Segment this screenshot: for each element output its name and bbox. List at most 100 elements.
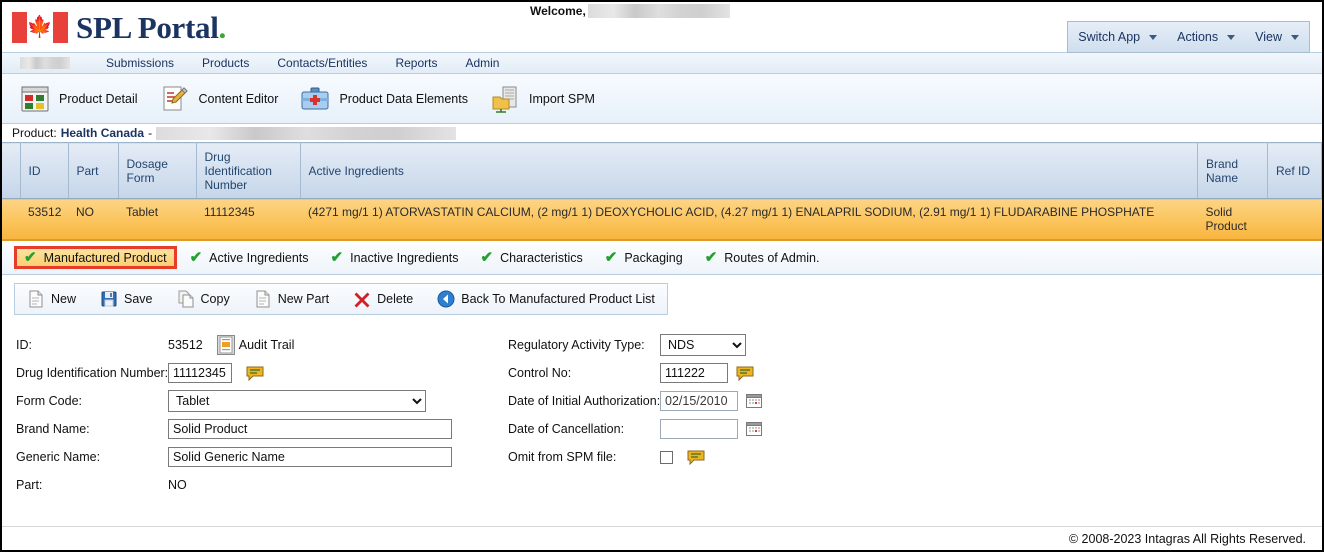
field-row-form-code: Form Code: Tablet xyxy=(16,387,508,415)
form-code-label: Form Code: xyxy=(16,394,82,408)
generic-name-input[interactable] xyxy=(168,447,452,467)
date-cancellation-label: Date of Cancellation: xyxy=(508,422,625,436)
content-editor-button[interactable]: Content Editor xyxy=(160,84,279,114)
section-tab-bar: ✔ Manufactured Product ✔ Active Ingredie… xyxy=(2,241,1322,275)
delete-button[interactable]: Delete xyxy=(341,290,425,308)
grid-col-active-ingredients[interactable]: Active Ingredients xyxy=(300,142,1198,199)
grid-col-id[interactable]: ID xyxy=(20,142,69,199)
welcome-label: Welcome, xyxy=(530,4,586,18)
switch-app-menu[interactable]: Switch App xyxy=(1068,22,1167,52)
action-bar-wrapper: New Save Copy New Part Delete Back To Ma… xyxy=(2,275,1322,323)
tab-packaging-label: Packaging xyxy=(624,250,683,265)
header-strip: 🍁 SPL Portal. Welcome, Switch App Action… xyxy=(2,2,1322,53)
back-to-list-label: Back To Manufactured Product List xyxy=(461,292,655,306)
calendar-icon[interactable] xyxy=(746,421,762,437)
field-row-generic-name: Generic Name: xyxy=(16,443,508,471)
pencil-document-icon xyxy=(163,86,188,110)
brand-logo: 🍁 SPL Portal. xyxy=(12,11,226,43)
calendar-icon[interactable] xyxy=(746,393,762,409)
comment-bubble-icon[interactable] xyxy=(246,366,264,381)
nav-item-admin[interactable]: Admin xyxy=(451,56,513,70)
date-initial-authorization-input[interactable] xyxy=(660,391,738,411)
copyright-text: © 2008-2023 Intagras All Rights Reserved… xyxy=(1068,531,1306,546)
tab-routes-of-admin[interactable]: ✔ Routes of Admin. xyxy=(696,246,829,269)
nav-item-contacts-entities[interactable]: Contacts/Entities xyxy=(263,56,381,70)
back-to-list-button[interactable]: Back To Manufactured Product List xyxy=(425,290,667,308)
new-button[interactable]: New xyxy=(15,290,88,308)
new-part-document-icon xyxy=(256,290,270,308)
row-part: NO xyxy=(68,198,118,241)
delete-button-label: Delete xyxy=(377,292,414,306)
grid-col-brand-name[interactable]: Brand Name xyxy=(1197,142,1268,199)
import-spm-button[interactable]: Import SPM xyxy=(490,84,595,114)
regulatory-activity-type-select[interactable]: NDS xyxy=(660,334,746,356)
omit-from-spm-label: Omit from SPM file: xyxy=(508,450,617,464)
comment-bubble-icon[interactable] xyxy=(736,366,754,381)
nav-item-reports[interactable]: Reports xyxy=(381,56,451,70)
din-input[interactable] xyxy=(168,363,232,383)
check-icon: ✔ xyxy=(704,249,718,266)
spl-portal-window: 🍁 SPL Portal. Welcome, Switch App Action… xyxy=(0,0,1324,552)
copy-pages-icon xyxy=(178,290,194,308)
part-value: NO xyxy=(168,478,187,492)
tab-inactive-ingredients[interactable]: ✔ Inactive Ingredients xyxy=(322,246,468,269)
content-editor-label: Content Editor xyxy=(198,91,279,106)
comment-bubble-icon[interactable] xyxy=(687,450,705,465)
tab-characteristics-label: Characteristics xyxy=(500,250,583,265)
nav-item-products[interactable]: Products xyxy=(188,56,263,70)
regulatory-activity-type-label: Regulatory Activity Type: xyxy=(508,338,645,352)
brand-name-input[interactable] xyxy=(168,419,452,439)
actions-menu[interactable]: Actions xyxy=(1167,22,1245,52)
product-detail-label: Product Detail xyxy=(59,91,138,106)
tab-active-ingredients-label: Active Ingredients xyxy=(209,250,309,265)
tab-characteristics[interactable]: ✔ Characteristics xyxy=(472,246,592,269)
part-label: Part: xyxy=(16,478,43,492)
check-icon: ✔ xyxy=(604,249,618,266)
product-label: Product: xyxy=(12,126,57,140)
control-no-input[interactable] xyxy=(660,363,728,383)
new-document-icon xyxy=(29,290,43,308)
product-data-elements-button[interactable]: Product Data Elements xyxy=(300,84,468,114)
grid-col-ref-id[interactable]: Ref ID xyxy=(1267,142,1322,199)
check-icon: ✔ xyxy=(330,249,344,266)
brand-name-text: SPL Portal xyxy=(76,9,219,45)
new-part-button-label: New Part xyxy=(277,292,330,306)
control-no-label: Control No: xyxy=(508,366,572,380)
audit-trail-label[interactable]: Audit Trail xyxy=(239,338,295,352)
new-part-button[interactable]: New Part xyxy=(242,290,341,308)
view-menu[interactable]: View xyxy=(1245,22,1309,52)
id-label: ID: xyxy=(16,338,32,352)
row-din: 11112345 xyxy=(196,198,300,241)
switch-app-label: Switch App xyxy=(1078,30,1141,44)
tab-routes-of-admin-label: Routes of Admin. xyxy=(724,250,820,265)
redacted-username xyxy=(587,4,730,18)
tab-manufactured-product-label: Manufactured Product xyxy=(43,250,167,265)
date-initial-authorization-label: Date of Initial Authorization: xyxy=(508,394,661,408)
product-data-elements-label: Product Data Elements xyxy=(339,91,468,106)
grid-col-part[interactable]: Part xyxy=(68,142,119,199)
save-button[interactable]: Save xyxy=(88,290,165,308)
tab-manufactured-product[interactable]: ✔ Manufactured Product xyxy=(14,246,177,269)
product-detail-button[interactable]: Product Detail xyxy=(20,84,138,114)
copy-button[interactable]: Copy xyxy=(165,290,242,308)
row-spacer xyxy=(2,198,20,241)
grid-col-spacer xyxy=(2,142,21,199)
audit-trail-icon[interactable] xyxy=(216,335,235,355)
tab-packaging[interactable]: ✔ Packaging xyxy=(596,246,692,269)
field-row-id: ID: 53512 Audit Trail xyxy=(16,331,508,359)
import-spm-label: Import SPM xyxy=(528,91,595,106)
grid-col-dosage-form[interactable]: Dosage Form xyxy=(118,142,197,199)
omit-from-spm-checkbox[interactable] xyxy=(660,450,673,464)
canada-flag-icon: 🍁 xyxy=(12,11,68,43)
form-code-select[interactable]: Tablet xyxy=(168,390,426,412)
date-cancellation-input[interactable] xyxy=(660,419,738,439)
redacted-product-name xyxy=(156,126,457,140)
view-label: View xyxy=(1255,30,1282,44)
grid-col-din[interactable]: Drug Identification Number xyxy=(196,142,301,199)
nav-item-submissions[interactable]: Submissions xyxy=(92,56,188,70)
page-title: SPL Portal. xyxy=(76,12,226,43)
tab-active-ingredients[interactable]: ✔ Active Ingredients xyxy=(181,246,318,269)
brand-name-label: Brand Name: xyxy=(16,422,90,436)
table-row[interactable]: 53512 NO Tablet 11112345 (4271 mg/1 1) A… xyxy=(2,198,1322,241)
grid-window-icon xyxy=(21,86,49,111)
